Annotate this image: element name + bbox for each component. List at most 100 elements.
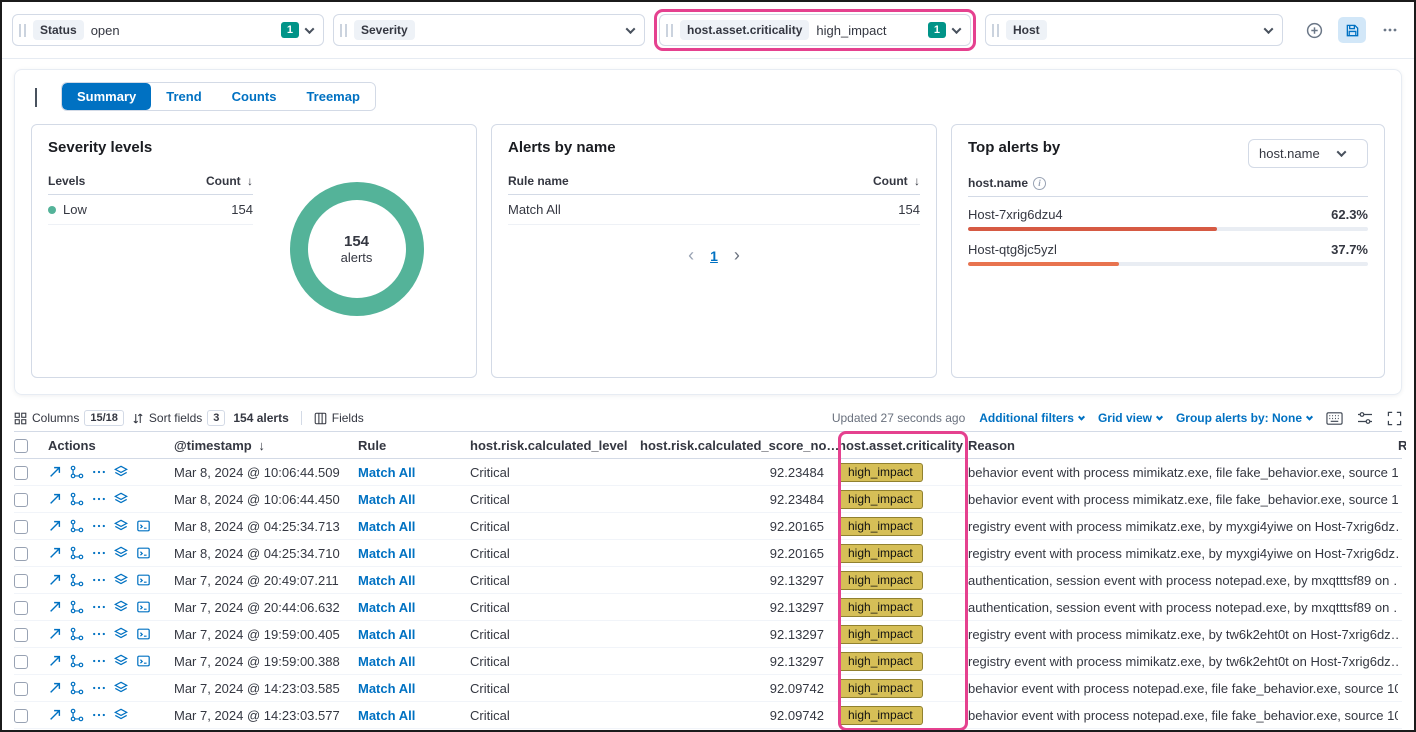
risk-level-column-header[interactable]: host.risk.calculated_level	[470, 438, 640, 453]
more-actions-icon[interactable]	[92, 708, 106, 722]
drag-handle-icon[interactable]	[992, 24, 999, 37]
filter-severity[interactable]: Severity	[333, 14, 645, 46]
tab-trend[interactable]: Trend	[151, 83, 216, 110]
page-number[interactable]: 1	[710, 248, 718, 264]
chevron-down-icon[interactable]	[626, 24, 636, 34]
rule-link[interactable]: Match All	[358, 627, 470, 642]
expand-alert-icon[interactable]	[48, 519, 62, 533]
layers-icon[interactable]	[114, 546, 128, 560]
more-actions-icon[interactable]	[92, 465, 106, 479]
row-checkbox[interactable]	[14, 682, 28, 696]
rule-link[interactable]: Match All	[358, 492, 470, 507]
analyzer-icon[interactable]	[70, 465, 84, 479]
row-checkbox[interactable]	[14, 493, 28, 507]
layers-icon[interactable]	[114, 492, 128, 506]
layers-icon[interactable]	[114, 519, 128, 533]
timestamp-column-header[interactable]: @timestamp ↓	[174, 438, 358, 453]
reason-column-header[interactable]: Reason	[968, 438, 1398, 453]
analyzer-icon[interactable]	[70, 492, 84, 506]
group-alerts-button[interactable]: Group alerts by: None	[1176, 411, 1312, 425]
analyzer-icon[interactable]	[70, 708, 84, 722]
row-checkbox[interactable]	[14, 655, 28, 669]
layers-icon[interactable]	[114, 708, 128, 722]
expand-alert-icon[interactable]	[48, 573, 62, 587]
rule-link[interactable]: Match All	[358, 465, 470, 480]
more-actions-icon[interactable]	[92, 546, 106, 560]
analyzer-icon[interactable]	[70, 681, 84, 695]
session-view-icon[interactable]	[136, 627, 151, 641]
expand-alert-icon[interactable]	[48, 627, 62, 641]
rule-link[interactable]: Match All	[358, 573, 470, 588]
chevron-down-icon[interactable]	[952, 24, 962, 34]
next-page-icon[interactable]: ›	[734, 245, 740, 266]
columns-button[interactable]: Columns 15/18	[14, 410, 124, 426]
grid-view-button[interactable]: Grid view	[1098, 411, 1162, 425]
more-actions-icon[interactable]	[92, 681, 106, 695]
analyzer-icon[interactable]	[70, 573, 84, 587]
layers-icon[interactable]	[114, 681, 128, 695]
keyboard-shortcuts-icon[interactable]	[1326, 411, 1343, 426]
more-actions-icon[interactable]	[92, 519, 106, 533]
more-actions-icon[interactable]	[92, 600, 106, 614]
chevron-down-icon[interactable]	[1264, 24, 1274, 34]
analyzer-icon[interactable]	[70, 546, 84, 560]
tab-summary[interactable]: Summary	[62, 83, 151, 110]
rule-link[interactable]: Match All	[358, 654, 470, 669]
filter-host[interactable]: Host	[985, 14, 1283, 46]
row-checkbox[interactable]	[14, 520, 28, 534]
expand-alert-icon[interactable]	[48, 546, 62, 560]
session-view-icon[interactable]	[136, 519, 151, 533]
row-checkbox[interactable]	[14, 574, 28, 588]
session-view-icon[interactable]	[136, 600, 151, 614]
expand-alert-icon[interactable]	[48, 492, 62, 506]
layers-icon[interactable]	[114, 465, 128, 479]
layers-icon[interactable]	[114, 627, 128, 641]
row-checkbox[interactable]	[14, 709, 28, 723]
rule-link[interactable]: Match All	[358, 681, 470, 696]
analyzer-icon[interactable]	[70, 519, 84, 533]
expand-alert-icon[interactable]	[48, 708, 62, 722]
row-checkbox[interactable]	[14, 466, 28, 480]
fields-button[interactable]: Fields	[314, 411, 364, 425]
drag-handle-icon[interactable]	[19, 24, 26, 37]
session-view-icon[interactable]	[136, 654, 151, 668]
add-filter-icon[interactable]	[1300, 17, 1328, 43]
field-select[interactable]: host.name	[1248, 139, 1368, 168]
layers-icon[interactable]	[114, 573, 128, 587]
more-actions-icon[interactable]	[92, 654, 106, 668]
info-icon[interactable]: i	[1033, 177, 1046, 190]
row-checkbox[interactable]	[14, 547, 28, 561]
count-column-header[interactable]: Count ↓	[206, 174, 253, 188]
rule-column-header[interactable]: Rule	[358, 438, 470, 453]
tab-counts[interactable]: Counts	[217, 83, 292, 110]
select-all-checkbox[interactable]	[14, 439, 28, 453]
more-actions-icon[interactable]	[92, 573, 106, 587]
more-actions-icon[interactable]	[92, 627, 106, 641]
rule-link[interactable]: Match All	[358, 519, 470, 534]
save-icon[interactable]	[1338, 17, 1366, 43]
rule-link[interactable]: Match All	[358, 546, 470, 561]
analyzer-icon[interactable]	[70, 654, 84, 668]
drag-handle-icon[interactable]	[340, 24, 347, 37]
fullscreen-icon[interactable]	[1387, 411, 1402, 426]
risk-score-column-header[interactable]: host.risk.calculated_score_no…	[640, 438, 838, 453]
additional-filters-button[interactable]: Additional filters	[979, 411, 1084, 425]
prev-page-icon[interactable]: ‹	[688, 245, 694, 266]
row-checkbox[interactable]	[14, 601, 28, 615]
filter-host-asset-criticality[interactable]: host.asset.criticality high_impact 1	[659, 14, 971, 46]
display-options-icon[interactable]	[1357, 411, 1373, 425]
session-view-icon[interactable]	[136, 546, 151, 560]
count-column-header[interactable]: Count ↓	[873, 174, 920, 188]
expand-alert-icon[interactable]	[48, 681, 62, 695]
row-checkbox[interactable]	[14, 628, 28, 642]
expand-alert-icon[interactable]	[48, 465, 62, 479]
analyzer-icon[interactable]	[70, 600, 84, 614]
collapse-chevron-icon[interactable]	[31, 84, 41, 110]
expand-alert-icon[interactable]	[48, 654, 62, 668]
sort-fields-button[interactable]: Sort fields 3	[132, 410, 225, 426]
chevron-down-icon[interactable]	[305, 24, 315, 34]
drag-handle-icon[interactable]	[666, 24, 673, 37]
expand-alert-icon[interactable]	[48, 600, 62, 614]
layers-icon[interactable]	[114, 654, 128, 668]
truncated-column-header[interactable]: R	[1398, 438, 1406, 453]
